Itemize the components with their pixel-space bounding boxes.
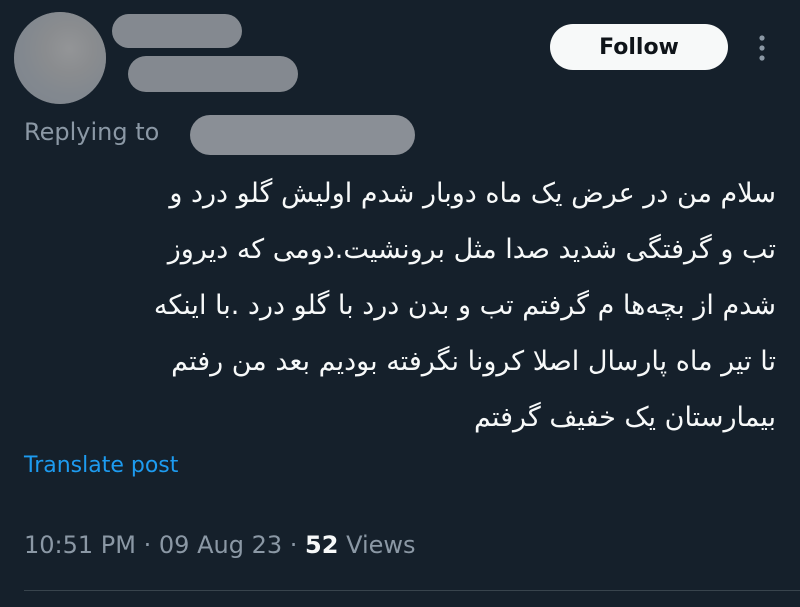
tweet-date[interactable]: 09 Aug 23 <box>159 531 282 559</box>
views-count: 52 <box>305 531 339 559</box>
reply-handle-redaction[interactable] <box>190 115 415 155</box>
translate-post-link[interactable]: Translate post <box>24 450 178 482</box>
more-vertical-icon <box>759 35 765 61</box>
replying-to-label: Replying to <box>24 118 160 146</box>
meta-separator: · <box>289 531 298 559</box>
meta-separator: · <box>143 531 152 559</box>
tweet-text-line: سلام من در عرض یک ماه دوبار شدم اولیش گل… <box>169 178 776 209</box>
tweet-text: سلام من در عرض یک ماه دوبار شدم اولیش گل… <box>24 166 776 446</box>
tweet-time[interactable]: 10:51 PM <box>24 531 136 559</box>
tweet-text-line: تب و گرفتگی شدید صدا مثل برونشیت.دومی که… <box>167 234 776 265</box>
views-label: Views <box>346 531 416 559</box>
avatar-redaction <box>14 12 106 104</box>
tweet-text-line: شدم از بچه‌ها م گرفتم تب و بدن درد با گل… <box>153 290 776 321</box>
more-options-button[interactable] <box>748 28 776 68</box>
avatar[interactable] <box>14 12 106 104</box>
tweet-detail: Follow Replying to سلام من در عرض یک ماه… <box>0 0 800 607</box>
divider <box>24 590 800 591</box>
replying-to: Replying to <box>24 114 159 150</box>
username-redaction <box>128 56 298 92</box>
tweet-text-line: تا تیر ماه پارسال اصلا کرونا نگرفته بودی… <box>171 346 776 377</box>
tweet-meta: 10:51 PM · 09 Aug 23 · 52 Views <box>24 527 416 563</box>
follow-button[interactable]: Follow <box>550 24 728 70</box>
display-name-redaction <box>112 14 242 48</box>
tweet-text-line: بیمارستان یک خفیف گرفتم <box>473 402 776 433</box>
